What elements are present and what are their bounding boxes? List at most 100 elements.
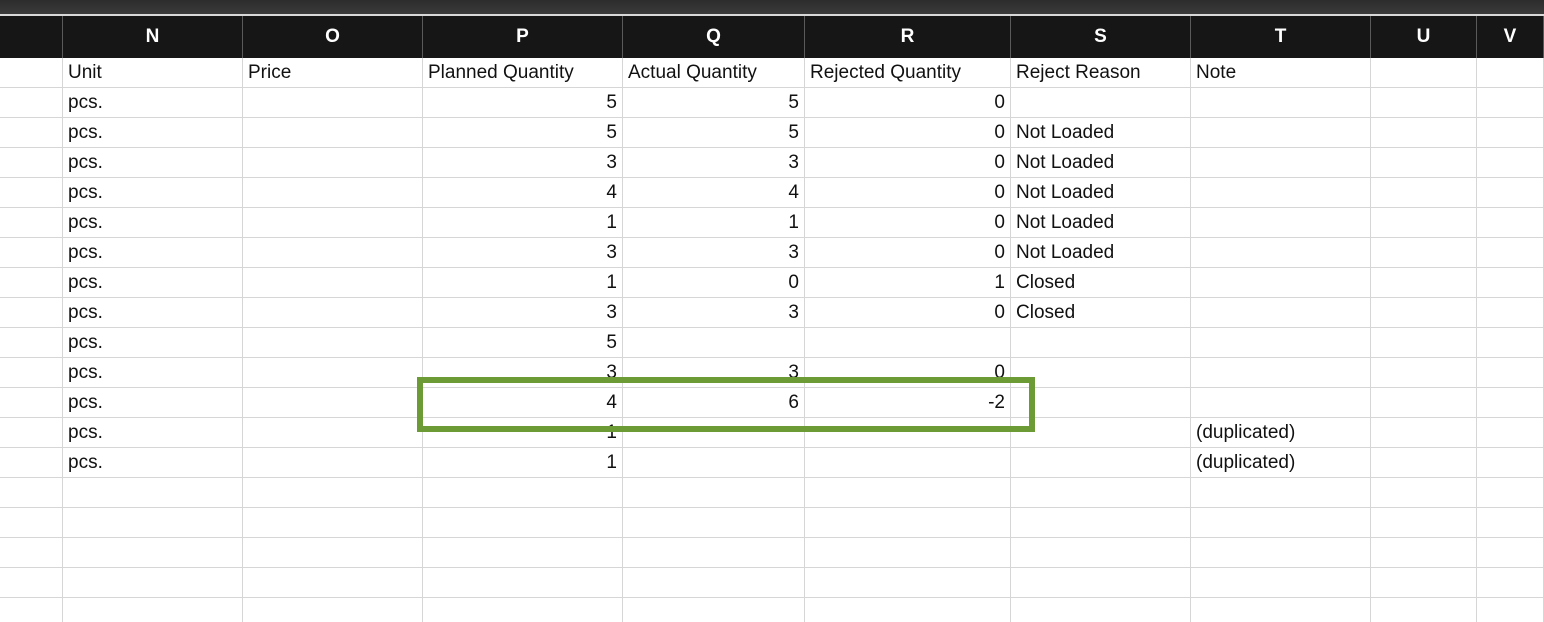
column-header-s[interactable]: S bbox=[1011, 16, 1191, 58]
spreadsheet-grid[interactable]: N O P Q R S T U V Unit Price Planned Quant… bbox=[0, 16, 1544, 622]
header-cell-u[interactable] bbox=[1371, 58, 1477, 88]
cell-actual-quantity[interactable] bbox=[623, 568, 805, 598]
cell-unit[interactable]: pcs. bbox=[63, 418, 243, 448]
cell-price[interactable] bbox=[243, 88, 423, 118]
cell-reject-reason[interactable]: Not Loaded bbox=[1011, 238, 1191, 268]
cell-rejected-quantity[interactable] bbox=[805, 508, 1011, 538]
cell-note[interactable]: (duplicated) bbox=[1191, 418, 1371, 448]
row-header[interactable] bbox=[0, 598, 63, 622]
row-header[interactable] bbox=[0, 268, 63, 298]
cell-reject-reason[interactable] bbox=[1011, 328, 1191, 358]
cell-u[interactable] bbox=[1371, 388, 1477, 418]
cell-u[interactable] bbox=[1371, 418, 1477, 448]
cell-v[interactable] bbox=[1477, 538, 1544, 568]
row-header[interactable] bbox=[0, 508, 63, 538]
cell-unit[interactable] bbox=[63, 568, 243, 598]
cell-actual-quantity[interactable]: 1 bbox=[623, 208, 805, 238]
cell-v[interactable] bbox=[1477, 238, 1544, 268]
cell-rejected-quantity[interactable]: 0 bbox=[805, 118, 1011, 148]
cell-planned-quantity[interactable]: 4 bbox=[423, 388, 623, 418]
cell-note[interactable] bbox=[1191, 508, 1371, 538]
cell-unit[interactable] bbox=[63, 538, 243, 568]
cell-u[interactable] bbox=[1371, 208, 1477, 238]
cell-planned-quantity[interactable]: 3 bbox=[423, 298, 623, 328]
cell-reject-reason[interactable] bbox=[1011, 448, 1191, 478]
cell-price[interactable] bbox=[243, 598, 423, 622]
header-cell-reject-reason[interactable]: Reject Reason bbox=[1011, 58, 1191, 88]
select-all-corner[interactable] bbox=[0, 16, 63, 58]
cell-price[interactable] bbox=[243, 148, 423, 178]
cell-reject-reason[interactable] bbox=[1011, 508, 1191, 538]
cell-u[interactable] bbox=[1371, 598, 1477, 622]
cell-reject-reason[interactable] bbox=[1011, 478, 1191, 508]
cell-unit[interactable]: pcs. bbox=[63, 118, 243, 148]
cell-rejected-quantity[interactable]: 0 bbox=[805, 298, 1011, 328]
cell-planned-quantity[interactable]: 1 bbox=[423, 268, 623, 298]
cell-v[interactable] bbox=[1477, 418, 1544, 448]
cell-u[interactable] bbox=[1371, 568, 1477, 598]
cell-planned-quantity[interactable] bbox=[423, 598, 623, 622]
cell-actual-quantity[interactable]: 5 bbox=[623, 118, 805, 148]
cell-reject-reason[interactable]: Closed bbox=[1011, 268, 1191, 298]
cell-v[interactable] bbox=[1477, 178, 1544, 208]
cell-note[interactable]: (duplicated) bbox=[1191, 448, 1371, 478]
cell-note[interactable] bbox=[1191, 388, 1371, 418]
cell-price[interactable] bbox=[243, 448, 423, 478]
row-header[interactable] bbox=[0, 88, 63, 118]
cell-u[interactable] bbox=[1371, 178, 1477, 208]
column-header-q[interactable]: Q bbox=[623, 16, 805, 58]
cell-reject-reason[interactable] bbox=[1011, 388, 1191, 418]
cell-planned-quantity[interactable]: 3 bbox=[423, 358, 623, 388]
cell-rejected-quantity[interactable]: 1 bbox=[805, 268, 1011, 298]
cell-planned-quantity[interactable] bbox=[423, 478, 623, 508]
cell-reject-reason[interactable] bbox=[1011, 538, 1191, 568]
row-header[interactable] bbox=[0, 118, 63, 148]
row-header[interactable] bbox=[0, 328, 63, 358]
cell-note[interactable] bbox=[1191, 88, 1371, 118]
row-header[interactable] bbox=[0, 568, 63, 598]
cell-unit[interactable] bbox=[63, 478, 243, 508]
cell-unit[interactable]: pcs. bbox=[63, 448, 243, 478]
cell-price[interactable] bbox=[243, 208, 423, 238]
cell-u[interactable] bbox=[1371, 508, 1477, 538]
cell-note[interactable] bbox=[1191, 208, 1371, 238]
cell-price[interactable] bbox=[243, 388, 423, 418]
cell-actual-quantity[interactable] bbox=[623, 508, 805, 538]
row-header[interactable] bbox=[0, 148, 63, 178]
cell-price[interactable] bbox=[243, 478, 423, 508]
cell-reject-reason[interactable]: Not Loaded bbox=[1011, 118, 1191, 148]
cell-reject-reason[interactable] bbox=[1011, 418, 1191, 448]
cell-price[interactable] bbox=[243, 538, 423, 568]
cell-actual-quantity[interactable]: 4 bbox=[623, 178, 805, 208]
cell-actual-quantity[interactable]: 5 bbox=[623, 88, 805, 118]
cell-unit[interactable]: pcs. bbox=[63, 388, 243, 418]
cell-note[interactable] bbox=[1191, 358, 1371, 388]
row-header[interactable] bbox=[0, 178, 63, 208]
cell-actual-quantity[interactable]: 3 bbox=[623, 238, 805, 268]
cell-v[interactable] bbox=[1477, 508, 1544, 538]
cell-price[interactable] bbox=[243, 358, 423, 388]
cell-note[interactable] bbox=[1191, 118, 1371, 148]
row-header[interactable] bbox=[0, 238, 63, 268]
column-header-t[interactable]: T bbox=[1191, 16, 1371, 58]
cell-u[interactable] bbox=[1371, 448, 1477, 478]
cell-reject-reason[interactable]: Closed bbox=[1011, 298, 1191, 328]
row-header[interactable] bbox=[0, 448, 63, 478]
cell-rejected-quantity[interactable]: 0 bbox=[805, 238, 1011, 268]
column-header-r[interactable]: R bbox=[805, 16, 1011, 58]
cell-v[interactable] bbox=[1477, 328, 1544, 358]
cell-u[interactable] bbox=[1371, 538, 1477, 568]
cell-unit[interactable]: pcs. bbox=[63, 298, 243, 328]
cell-note[interactable] bbox=[1191, 298, 1371, 328]
cell-rejected-quantity[interactable] bbox=[805, 328, 1011, 358]
header-cell-note[interactable]: Note bbox=[1191, 58, 1371, 88]
cell-planned-quantity[interactable] bbox=[423, 568, 623, 598]
cell-price[interactable] bbox=[243, 178, 423, 208]
cell-planned-quantity[interactable] bbox=[423, 538, 623, 568]
header-cell-v[interactable] bbox=[1477, 58, 1544, 88]
cell-rejected-quantity[interactable]: 0 bbox=[805, 88, 1011, 118]
cell-rejected-quantity[interactable] bbox=[805, 448, 1011, 478]
cell-v[interactable] bbox=[1477, 118, 1544, 148]
cell-u[interactable] bbox=[1371, 358, 1477, 388]
cell-note[interactable] bbox=[1191, 538, 1371, 568]
